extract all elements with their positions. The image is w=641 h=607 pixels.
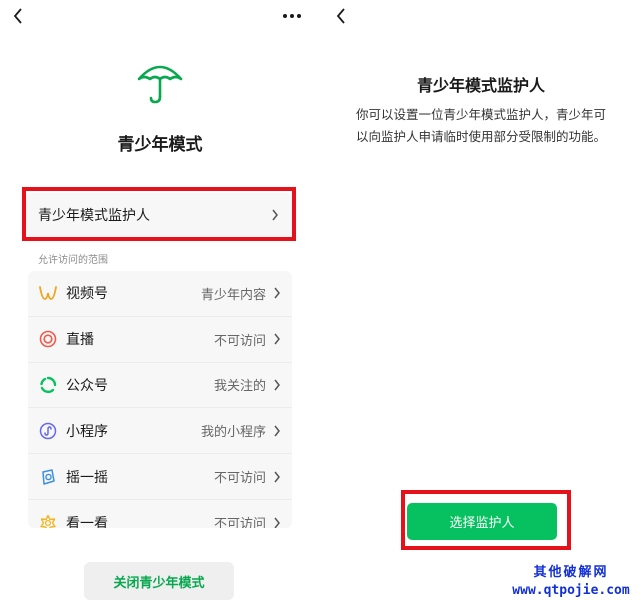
scope-item-mini-programs[interactable]: 小程序 我的小程序 xyxy=(28,408,292,455)
back-button[interactable] xyxy=(329,4,353,28)
scope-item-label: 小程序 xyxy=(66,423,108,440)
scope-item-value: 青少年内容 xyxy=(200,287,266,303)
top-stories-icon xyxy=(38,513,58,528)
chevron-right-icon xyxy=(272,378,282,392)
back-button[interactable] xyxy=(6,4,30,28)
chevron-right-icon xyxy=(272,470,282,484)
chevron-left-icon xyxy=(13,8,22,24)
watermark-site-name: 其他破解网 xyxy=(533,565,609,580)
scope-item-label: 摇一摇 xyxy=(66,469,108,486)
access-scope-list: 视频号 青少年内容 直播 不可访问 公众号 我关注的 小程序 我的小程序 摇一摇… xyxy=(28,271,292,528)
chevron-right-icon xyxy=(270,208,280,222)
more-button[interactable] xyxy=(278,4,306,28)
scope-item-value: 我的小程序 xyxy=(200,425,266,441)
close-teen-mode-button[interactable]: 关闭青少年模式 xyxy=(84,562,234,600)
scope-item-label: 视频号 xyxy=(66,286,108,303)
page-title: 青少年模式 xyxy=(117,135,203,155)
channels-icon xyxy=(38,283,58,303)
scope-item-value: 不可访问 xyxy=(213,471,266,487)
guardian-title: 青少年模式监护人 xyxy=(416,76,545,95)
guardian-intro-screen: 青少年模式监护人 你可以设置一位青少年模式监护人，青少年可以向监护人申请临时使用… xyxy=(321,0,641,607)
scope-item-shake[interactable]: 摇一摇 不可访问 xyxy=(28,454,292,500)
chevron-right-icon xyxy=(272,516,282,528)
scope-item-value: 不可访问 xyxy=(213,333,266,349)
watermark-url: www.qtpojie.com xyxy=(512,583,630,598)
scope-item-label: 直播 xyxy=(66,332,94,349)
scope-item-label: 公众号 xyxy=(66,377,108,394)
guardian-row-label: 青少年模式监护人 xyxy=(38,208,150,224)
chevron-right-icon xyxy=(272,332,282,346)
scope-item-top-stories[interactable]: 看一看 不可访问 xyxy=(28,500,292,528)
chevron-left-icon xyxy=(336,8,345,24)
more-dots-icon xyxy=(283,14,301,18)
scope-item-channels[interactable]: 视频号 青少年内容 xyxy=(28,271,292,317)
chevron-right-icon xyxy=(272,286,282,300)
scope-item-live[interactable]: 直播 不可访问 xyxy=(28,317,292,363)
watermark: 其他破解网 www.qtpojie.com xyxy=(501,561,641,598)
mini-program-icon xyxy=(38,421,58,441)
live-icon xyxy=(38,329,58,349)
umbrella-icon xyxy=(137,65,183,104)
access-scope-caption: 允许访问的范围 xyxy=(38,255,108,266)
teen-mode-screen: 青少年模式 青少年模式监护人 允许访问的范围 视频号 青少年内容 直播 不可访问… xyxy=(0,0,320,607)
scope-item-official-accounts[interactable]: 公众号 我关注的 xyxy=(28,363,292,409)
scope-item-value: 不可访问 xyxy=(213,517,266,528)
scope-item-label: 看一看 xyxy=(66,515,108,528)
official-account-icon xyxy=(38,375,58,395)
shake-icon xyxy=(38,467,58,487)
guardian-settings-row[interactable]: 青少年模式监护人 xyxy=(26,193,292,237)
chevron-right-icon xyxy=(272,424,282,438)
scope-item-value: 我关注的 xyxy=(213,379,266,395)
select-guardian-button[interactable]: 选择监护人 xyxy=(407,503,557,540)
guardian-description: 你可以设置一位青少年模式监护人，青少年可以向监护人申请临时使用部分受限制的功能。 xyxy=(355,107,606,144)
